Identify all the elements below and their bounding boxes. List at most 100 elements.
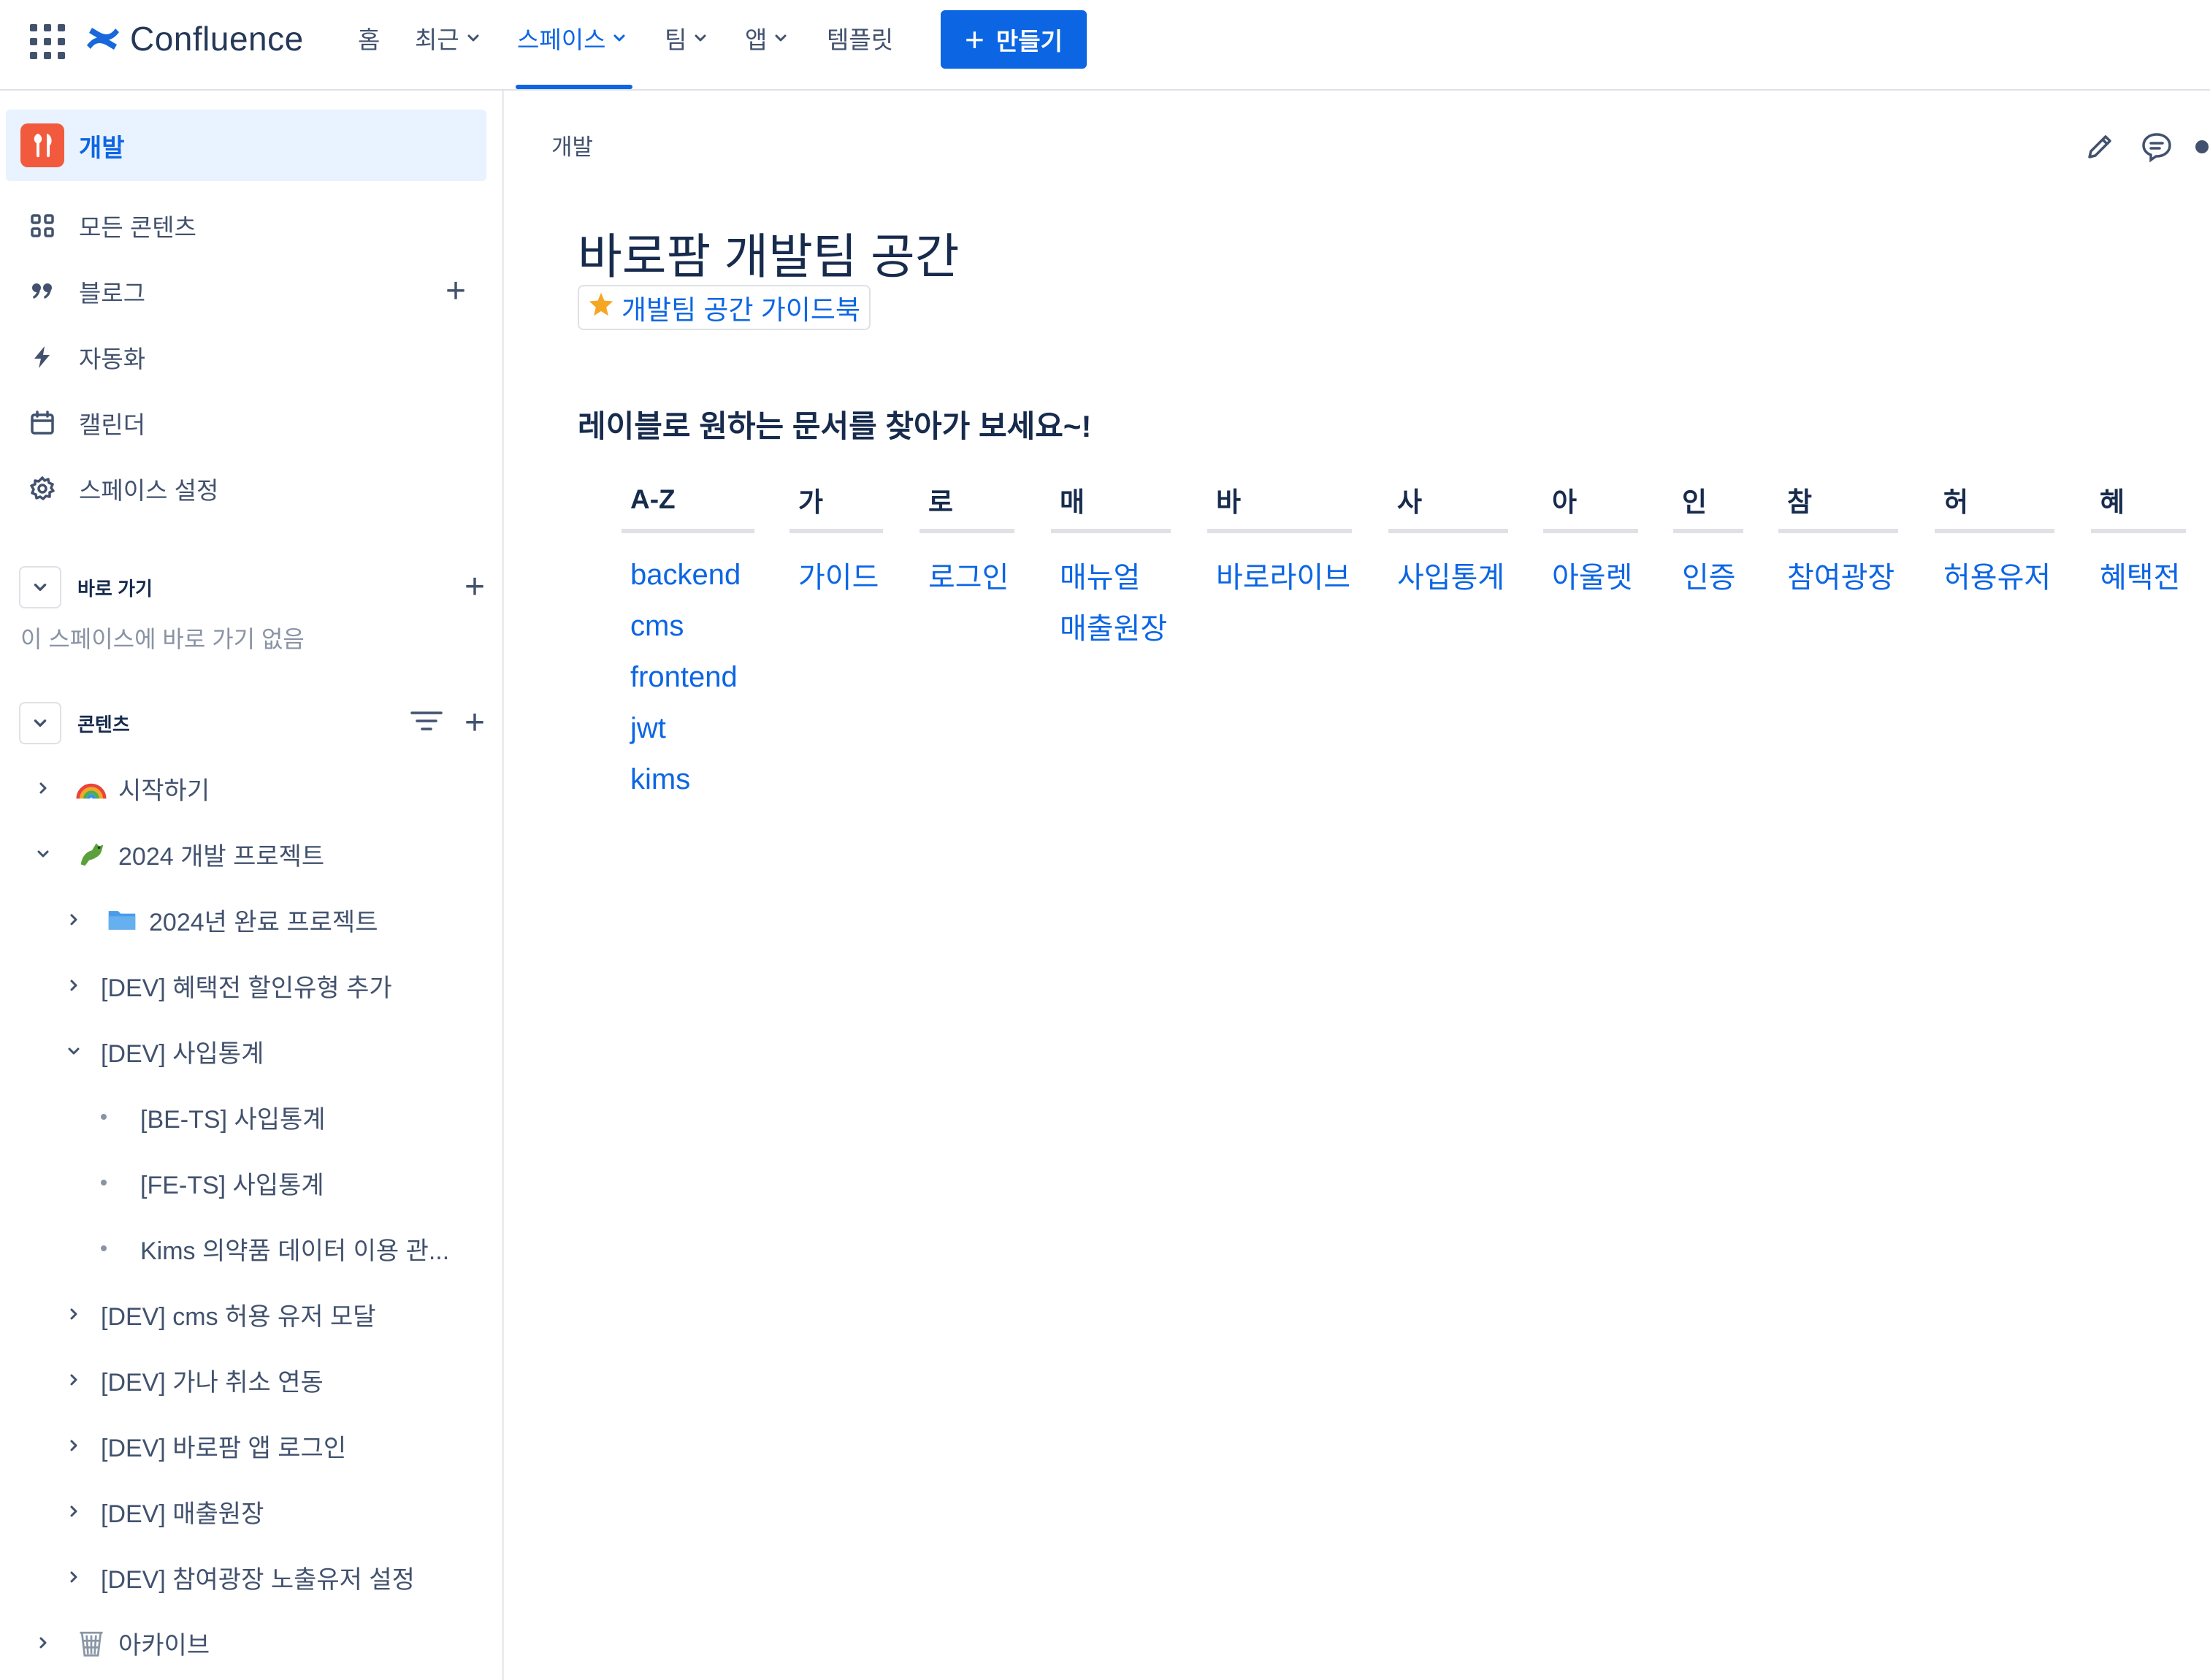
tree-item-2024-completed[interactable]: 2024년 완료 프로젝트 [63, 896, 378, 944]
app-switcher-icon[interactable] [28, 22, 65, 59]
sidebar-item-all-content[interactable]: 모든 콘텐츠 [0, 200, 486, 251]
nav-templates[interactable]: 템플릿 [827, 18, 893, 58]
label-column-a: 아 아울렛 [1543, 470, 1638, 600]
chevron-right-icon[interactable] [32, 1632, 54, 1654]
chevron-down-icon [467, 34, 479, 42]
tree-item-kims-drug-data[interactable]: Kims 의약품 데이터 이용 관... [93, 1224, 449, 1272]
label-link[interactable]: 사입통계 [1397, 549, 1508, 600]
sidebar-item-blog[interactable]: 블로그 + [0, 266, 486, 317]
tree-item-getting-started[interactable]: 시작하기 [32, 764, 210, 812]
add-blog-icon[interactable]: + [446, 274, 466, 309]
chevron-down-icon [34, 719, 47, 727]
nav-recent[interactable]: 최근 [415, 18, 480, 58]
confluence-logo[interactable]: Confluence [85, 19, 304, 58]
label-link[interactable]: 아울렛 [1552, 549, 1638, 600]
tree-item-label: [DEV] 가나 취소 연동 [101, 1368, 324, 1397]
tree-item-label: [BE-TS] 사입통계 [140, 1105, 326, 1134]
edit-icon[interactable] [2080, 127, 2119, 167]
lightning-icon [28, 343, 57, 372]
tree-item-label: [DEV] 참여광장 노출유저 설정 [101, 1565, 415, 1594]
sidebar-item-automation[interactable]: 자동화 [0, 332, 486, 383]
page-actions [2062, 127, 2210, 167]
label-column-heo: 허 허용유저 [1935, 470, 2054, 600]
shortcuts-empty-note: 이 스페이스에 바로 가기 없음 [20, 626, 305, 652]
tree-item-dev-purchase-stats[interactable]: [DEV] 사입통계 [63, 1027, 264, 1075]
tree-item-archive[interactable]: 아카이브 [32, 1619, 210, 1667]
label-link[interactable]: 바로라이브 [1216, 549, 1352, 600]
sidebar-item-calendar[interactable]: 캘린더 [0, 397, 486, 448]
star-icon [588, 291, 614, 324]
label-column-ro: 로 로그인 [919, 470, 1014, 600]
more-icon[interactable] [2194, 127, 2210, 167]
chevron-right-icon[interactable] [63, 1303, 85, 1325]
label-link[interactable]: 허용유저 [1943, 549, 2054, 600]
label-column-head: 인 [1673, 470, 1743, 533]
gear-icon [28, 474, 57, 503]
content-title: 콘텐츠 [77, 713, 130, 736]
tree-item-dev-app-login[interactable]: [DEV] 바로팜 앱 로그인 [63, 1421, 346, 1470]
label-link[interactable]: cms [630, 600, 754, 652]
chevron-right-icon[interactable] [63, 1566, 85, 1588]
bullet-icon [101, 1180, 107, 1185]
chevron-right-icon[interactable] [32, 777, 54, 799]
comment-icon[interactable] [2137, 127, 2176, 167]
label-link[interactable]: 매출원장 [1060, 600, 1171, 652]
sidebar-item-space-settings[interactable]: 스페이스 설정 [0, 463, 486, 514]
sidebar-item-label: 스페이스 설정 [79, 477, 219, 504]
trash-icon [74, 1626, 108, 1660]
nav-active-indicator [516, 85, 632, 89]
tree-item-dev-benefit-discount[interactable]: [DEV] 혜택전 할인유형 추가 [63, 961, 392, 1009]
label-link[interactable]: 로그인 [928, 549, 1014, 600]
tree-item-dev-gana-cancel[interactable]: [DEV] 가나 취소 연동 [63, 1356, 324, 1404]
content-toggle[interactable] [19, 702, 61, 744]
chevron-down-icon[interactable] [32, 843, 54, 865]
tree-item-be-ts-purchase-stats[interactable]: [BE-TS] 사입통계 [93, 1093, 326, 1141]
tree-item-dev-participation-plaza[interactable]: [DEV] 참여광장 노출유저 설정 [63, 1553, 415, 1601]
breadcrumb[interactable]: 개발 [551, 129, 593, 161]
chevron-right-icon[interactable] [63, 1435, 85, 1456]
label-link[interactable]: 인증 [1682, 549, 1743, 600]
tree-item-dev-cms-user-modal[interactable]: [DEV] cms 허용 유저 모달 [63, 1290, 376, 1338]
tree-item-dev-sales-ledger[interactable]: [DEV] 매출원장 [63, 1487, 264, 1535]
label-column-head: A-Z [622, 470, 754, 533]
label-link[interactable]: 매뉴얼 [1060, 549, 1171, 600]
label-link[interactable]: 참여광장 [1787, 549, 1898, 600]
shortcuts-toggle[interactable] [19, 566, 61, 608]
chevron-right-icon[interactable] [63, 1500, 85, 1522]
label-column-cham: 참 참여광장 [1778, 470, 1898, 600]
label-column-head: 사 [1388, 470, 1508, 533]
label-link[interactable]: 가이드 [798, 549, 883, 600]
tree-item-label: 2024년 완료 프로젝트 [149, 908, 378, 936]
nav-teams[interactable]: 팀 [665, 18, 707, 58]
nav-spaces[interactable]: 스페이스 [517, 18, 626, 58]
nav-apps[interactable]: 앱 [745, 18, 787, 58]
label-link[interactable]: backend [630, 549, 754, 600]
filter-icon[interactable] [410, 709, 443, 733]
label-link[interactable]: jwt [630, 703, 754, 754]
tree-item-label: 시작하기 [118, 776, 210, 805]
label-link[interactable]: frontend [630, 652, 754, 703]
label-link[interactable]: kims [630, 754, 754, 805]
nav-teams-label: 팀 [665, 26, 687, 53]
chevron-right-icon[interactable] [63, 1369, 85, 1391]
create-button[interactable]: + 만들기 [941, 10, 1087, 69]
add-content-icon[interactable]: + [464, 706, 485, 741]
guide-link[interactable]: 개발팀 공간 가이드북 [578, 285, 871, 330]
dragon-icon [74, 837, 108, 871]
tree-item-label: 아카이브 [118, 1631, 210, 1660]
shortcuts-section-header: 바로 가기 + [19, 565, 486, 609]
chevron-right-icon[interactable] [63, 909, 85, 931]
label-link[interactable]: 혜택전 [2100, 549, 2186, 600]
chevron-down-icon[interactable] [63, 1040, 85, 1062]
nav-home[interactable]: 홈 [358, 18, 380, 58]
page-title: 바로팜 개발팀 공간 [578, 229, 960, 283]
label-column-head: 가 [789, 470, 883, 533]
label-column-head: 로 [919, 470, 1014, 533]
tree-item-fe-ts-purchase-stats[interactable]: [FE-TS] 사입통계 [93, 1158, 324, 1207]
tree-item-2024-projects[interactable]: 2024 개발 프로젝트 [32, 830, 324, 878]
space-header[interactable]: 개발 [6, 110, 486, 181]
add-shortcut-icon[interactable]: + [464, 570, 485, 605]
label-column-mae: 매 매뉴얼 매출원장 [1051, 470, 1171, 652]
create-button-label: 만들기 [995, 28, 1063, 55]
chevron-right-icon[interactable] [63, 974, 85, 996]
